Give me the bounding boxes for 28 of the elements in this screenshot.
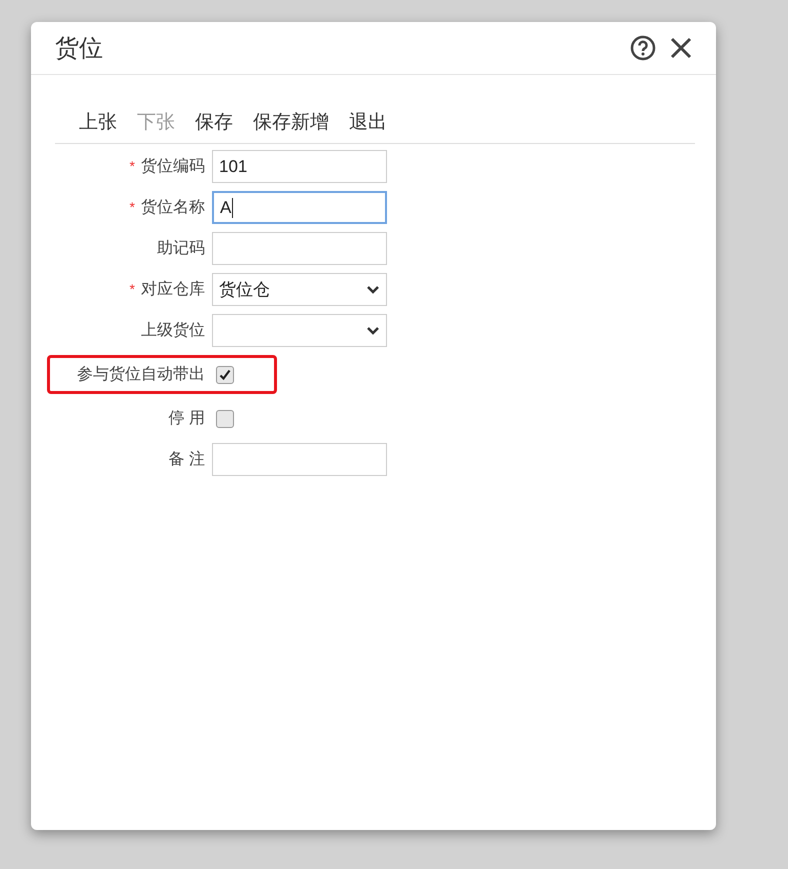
toolbar-button[interactable]: 退出 (349, 109, 387, 135)
field-label: 参与货位自动带出 (77, 366, 205, 383)
chevron-icon (366, 284, 380, 294)
field-label: 助记码 (157, 240, 205, 257)
toolbar-button[interactable]: 上张 (79, 109, 117, 135)
dropdown[interactable] (212, 314, 387, 347)
required-mark: * (130, 281, 135, 297)
close-icon[interactable] (670, 37, 692, 59)
field-label: 货位名称 (141, 199, 205, 216)
toolbar-button[interactable]: 保存新增 (253, 109, 329, 135)
window-title: 货位 (55, 34, 104, 64)
input-field[interactable]: 101 (212, 150, 387, 183)
required-mark: * (130, 199, 135, 215)
input-field[interactable] (212, 232, 387, 265)
input-field[interactable] (212, 443, 387, 476)
toolbar-button[interactable]: 保存 (195, 109, 233, 135)
field-label: 备 注 (168, 451, 205, 468)
required-mark: * (130, 158, 135, 174)
field-label: 上级货位 (141, 322, 205, 339)
checkbox[interactable] (216, 410, 234, 428)
field-label: 对应仓库 (141, 281, 205, 298)
dropdown[interactable]: 货位仓 (212, 273, 387, 306)
field-label: 货位编码 (141, 158, 205, 175)
field-label: 停 用 (168, 410, 205, 427)
checkbox[interactable] (216, 366, 234, 384)
input-field[interactable]: A (212, 191, 387, 224)
chevron-icon (366, 326, 380, 336)
help-icon[interactable] (630, 35, 656, 61)
